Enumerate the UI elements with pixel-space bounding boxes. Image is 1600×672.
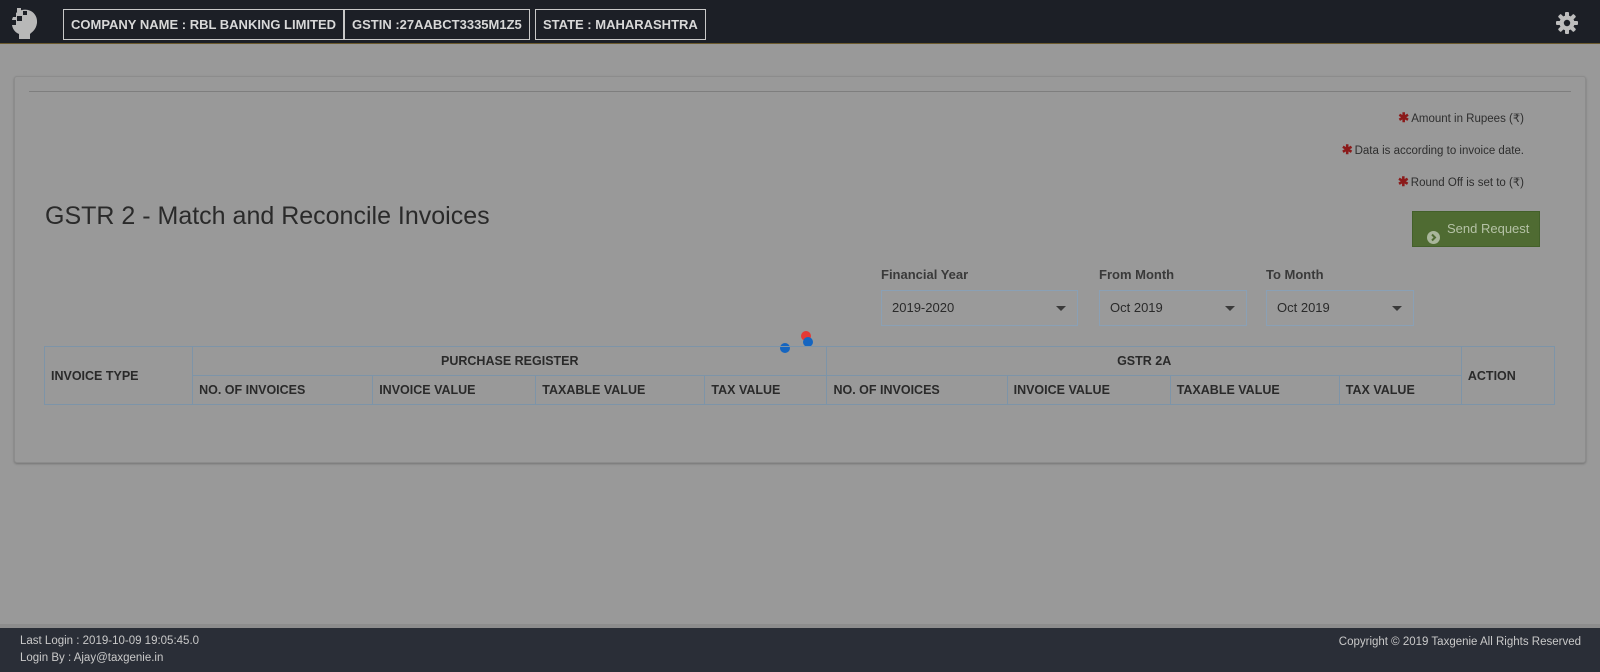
financial-year-label: Financial Year: [881, 267, 969, 282]
panel-divider: [29, 91, 1571, 92]
send-request-button[interactable]: Send Request: [1412, 211, 1540, 247]
pr-taxable-value-header: TAXABLE VALUE: [535, 375, 706, 405]
asterisk-icon: ✱: [1398, 110, 1410, 125]
taxgenie-logo-icon[interactable]: [8, 6, 40, 40]
from-month-label: From Month: [1099, 267, 1175, 282]
asterisk-icon: ✱: [1397, 174, 1409, 189]
to-month-value: Oct 2019: [1277, 300, 1330, 315]
amount-note: ✱ Amount in Rupees (₹): [1398, 110, 1524, 126]
chevron-down-icon: [1392, 306, 1402, 311]
purchase-register-header: PURCHASE REGISTER: [192, 346, 828, 376]
round-off-note-text: Round Off is set to (₹): [1410, 177, 1524, 189]
state-badge: STATE : MAHARASHTRA: [535, 9, 706, 40]
asterisk-icon: ✱: [1341, 142, 1353, 157]
invoice-type-header: INVOICE TYPE: [43, 346, 194, 405]
gstr2a-header: GSTR 2A: [826, 346, 1462, 376]
login-by-text: Login By : Ajay@taxgenie.in: [20, 652, 164, 664]
from-month-value: Oct 2019: [1110, 300, 1163, 315]
from-month-select[interactable]: Oct 2019: [1099, 290, 1247, 326]
g2a-taxable-value-header: TAXABLE VALUE: [1169, 375, 1340, 405]
g2a-tax-value-header: TAX VALUE: [1338, 375, 1462, 405]
copyright-text: Copyright © 2019 Taxgenie All Rights Res…: [1338, 636, 1581, 648]
to-month-label: To Month: [1266, 267, 1324, 282]
chevron-down-icon: [1225, 306, 1235, 311]
footer: Last Login : 2019-10-09 19:05:45.0 Login…: [0, 628, 1600, 672]
financial-year-value: 2019-2020: [892, 300, 955, 315]
company-name-badge: COMPANY NAME : RBL BANKING LIMITED: [63, 9, 345, 40]
g2a-invoice-value-header: INVOICE VALUE: [1006, 375, 1171, 405]
circle-arrow-right-icon: [1427, 223, 1440, 244]
financial-year-select[interactable]: 2019-2020: [881, 290, 1078, 326]
action-header: ACTION: [1460, 346, 1556, 405]
page-title: GSTR 2 - Match and Reconcile Invoices: [45, 202, 490, 230]
reconcile-table: INVOICE TYPE PURCHASE REGISTER GSTR 2A A…: [43, 346, 1556, 405]
round-off-note: ✱ Round Off is set to (₹): [1398, 174, 1524, 190]
chevron-down-icon: [1056, 306, 1066, 311]
last-login-text: Last Login : 2019-10-09 19:05:45.0: [20, 635, 200, 647]
g2a-no-of-invoices-header: NO. OF INVOICES: [826, 375, 1008, 405]
invoice-date-note-text: Data is according to invoice date.: [1354, 145, 1524, 157]
send-request-label: Send Request: [1447, 221, 1530, 236]
pr-invoice-value-header: INVOICE VALUE: [372, 375, 537, 405]
pr-no-of-invoices-header: NO. OF INVOICES: [192, 375, 374, 405]
invoice-date-note: ✱ Data is according to invoice date.: [1342, 142, 1524, 158]
amount-note-text: Amount in Rupees (₹): [1411, 113, 1524, 125]
gear-icon[interactable]: [1556, 12, 1578, 34]
top-navbar: COMPANY NAME : RBL BANKING LIMITED GSTIN…: [0, 0, 1600, 44]
gstin-badge: GSTIN :27AABCT3335M1Z5: [344, 9, 530, 40]
pr-tax-value-header: TAX VALUE: [704, 375, 828, 405]
to-month-select[interactable]: Oct 2019: [1266, 290, 1414, 326]
